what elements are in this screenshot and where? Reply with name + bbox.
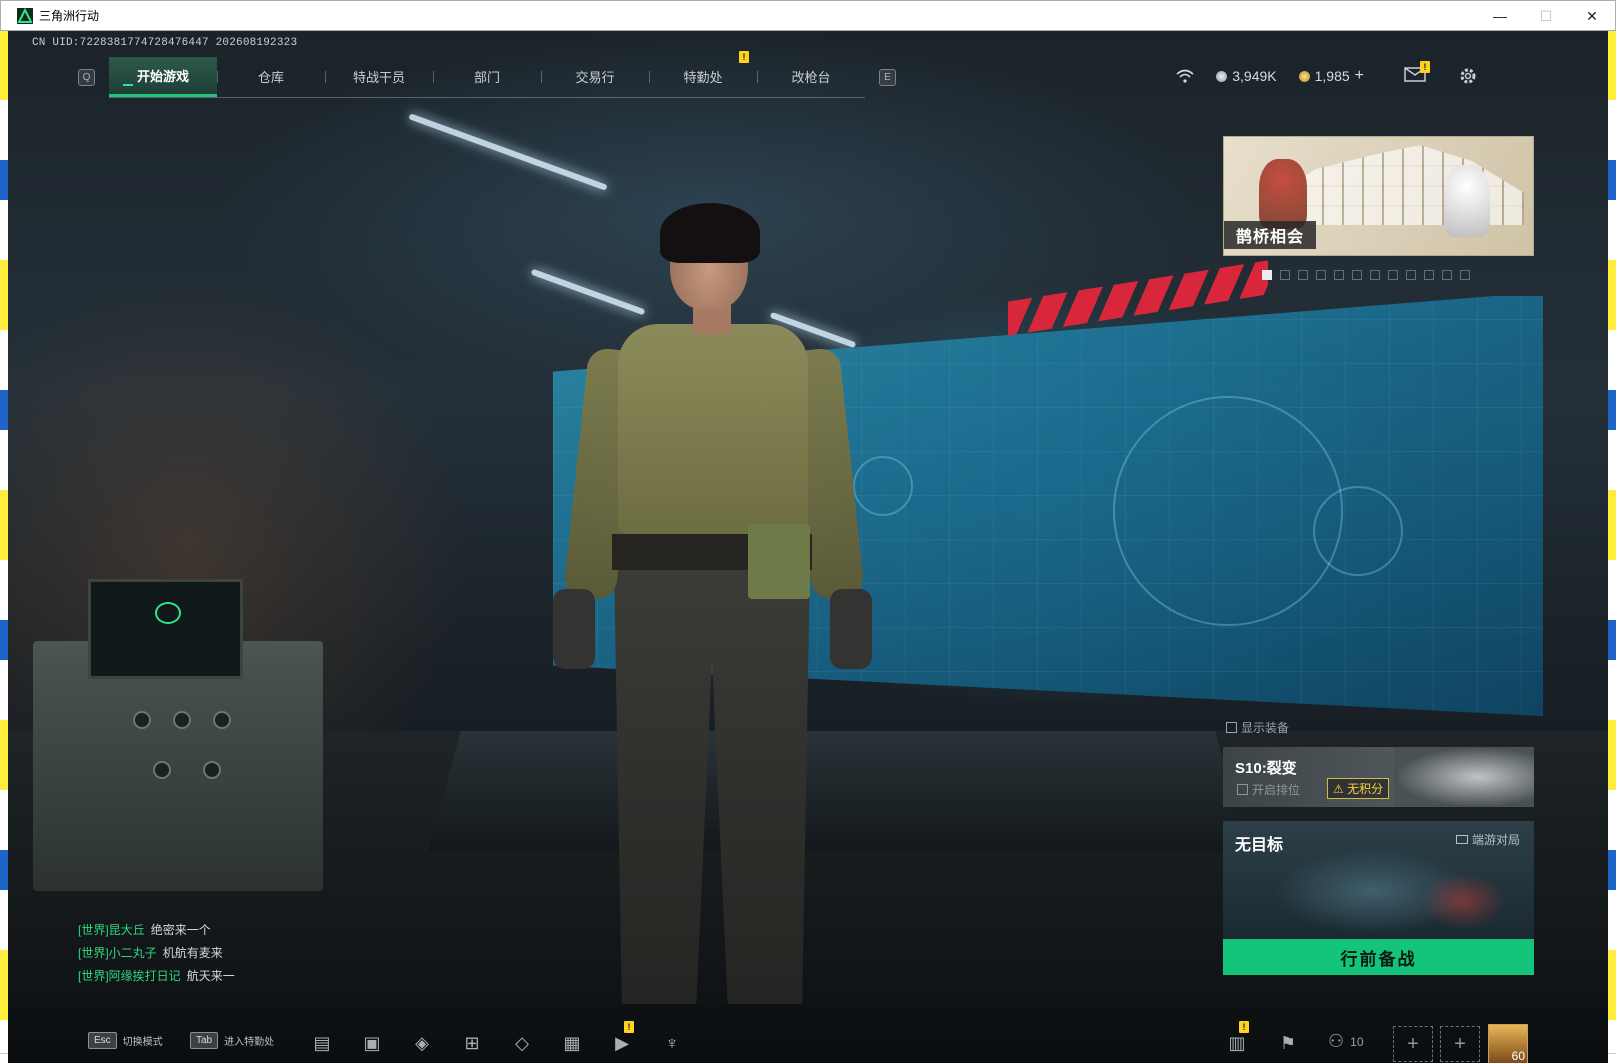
- tab-start-game[interactable]: 开始游戏: [109, 56, 217, 97]
- app-icon: [17, 7, 33, 24]
- pagination-dot[interactable]: [1298, 270, 1308, 280]
- window-title: 三角洲行动: [39, 9, 100, 23]
- settings-gear-icon[interactable]: [1458, 66, 1478, 86]
- monitor-icon: [1455, 835, 1468, 844]
- pagination-dot[interactable]: [1460, 270, 1470, 280]
- silver-currency[interactable]: 3,949K: [1216, 68, 1277, 84]
- maximize-button[interactable]: ☐: [1523, 1, 1569, 31]
- gift-icon[interactable]: ▣: [360, 1031, 384, 1055]
- alert-badge: !: [1239, 1021, 1249, 1033]
- calendar-icon[interactable]: ▦: [560, 1031, 584, 1055]
- stats-icon[interactable]: ▥ !: [1225, 1021, 1249, 1055]
- banner-label: 鹊桥相会: [1224, 221, 1317, 249]
- gold-coin-icon: [1298, 70, 1310, 82]
- pagination-dot[interactable]: [1442, 270, 1452, 280]
- mail-alert-badge: !: [1420, 61, 1430, 73]
- tab-bar: 开始游戏 仓库 特战干员 部门 交易行 特勤处 ! 改枪台: [109, 50, 865, 98]
- map-card[interactable]: 无目标 端游对局: [1223, 821, 1534, 939]
- alert-badge: !: [739, 50, 749, 63]
- nav-prev-key[interactable]: Q: [78, 68, 95, 86]
- wifi-icon: [1176, 69, 1194, 83]
- no-points-warning: ⚠ 无积分: [1327, 778, 1390, 799]
- add-teammate-slot[interactable]: +: [1440, 1026, 1480, 1062]
- checkbox[interactable]: [1226, 722, 1237, 733]
- pagination-dot[interactable]: [1424, 270, 1434, 280]
- chat-icon[interactable]: ▤: [310, 1031, 334, 1055]
- pagination-dot[interactable]: [1388, 270, 1398, 280]
- ceiling-light: [408, 113, 608, 191]
- tab-special-service[interactable]: 特勤处 !: [649, 50, 757, 97]
- player-avatar[interactable]: 60: [1488, 1024, 1528, 1063]
- top-right-bar: 3,949K 1,985 + !: [1176, 61, 1478, 91]
- map-title: 无目标: [1235, 837, 1284, 854]
- event-banner[interactable]: 鹊桥相会: [1223, 136, 1534, 256]
- pagination-dot[interactable]: [1262, 270, 1272, 280]
- season-title: S10:裂变: [1235, 760, 1297, 777]
- main-nav: Q 开始游戏 仓库 特战干员 部门 交易行 特勤处 ! 改枪台 E: [78, 50, 896, 98]
- banner-character-left: [1259, 159, 1307, 229]
- shield-icon[interactable]: ◈: [410, 1031, 434, 1055]
- uid-label: CN UID:7228381774728476447 202608192323: [32, 37, 298, 49]
- add-teammate-slot[interactable]: +: [1393, 1026, 1433, 1062]
- friends-count[interactable]: ⚇ 10: [1328, 1031, 1364, 1052]
- desktop-strip-left: [0, 30, 8, 1063]
- switch-mode-hint[interactable]: Esc 切换模式: [88, 1032, 163, 1049]
- chat-line: [世界]昆大丘 绝密来一个: [78, 923, 211, 937]
- shop-cart-icon[interactable]: ⊞: [460, 1031, 484, 1055]
- enter-special-service-hint[interactable]: Tab 进入特勤处: [190, 1032, 274, 1049]
- mode-badge: 端游对局: [1455, 831, 1520, 848]
- battlepass-icon[interactable]: ◇: [510, 1031, 534, 1055]
- ranked-toggle[interactable]: 开启排位: [1237, 781, 1300, 798]
- laptop-prop: [88, 579, 243, 679]
- video-play-icon[interactable]: ▶ !: [610, 1021, 634, 1055]
- add-currency-button[interactable]: +: [1355, 67, 1364, 85]
- desktop-strip-right: [1608, 30, 1616, 1063]
- operator-character[interactable]: [548, 203, 878, 1009]
- chat-line: [世界]阿缘挨打日记 航天来一: [78, 969, 235, 983]
- flag-icon[interactable]: ⚑: [1276, 1031, 1300, 1055]
- alert-badge: !: [624, 1021, 634, 1033]
- prepare-button[interactable]: 行前备战: [1223, 939, 1534, 975]
- pagination-dot[interactable]: [1352, 270, 1362, 280]
- chat-panel[interactable]: [世界]昆大丘 绝密来一个 [世界]小二丸子 机航有麦来 [世界]阿缘挨打日记 航天来…: [78, 919, 235, 988]
- tab-key: Tab: [190, 1032, 219, 1049]
- show-equipment-toggle[interactable]: 显示装备: [1226, 719, 1289, 736]
- close-button[interactable]: ✕: [1569, 1, 1615, 31]
- game-viewport[interactable]: CN UID:7228381774728476447 202608192323 …: [8, 31, 1608, 1063]
- pagination-dot[interactable]: [1370, 270, 1380, 280]
- banner-character-right: [1444, 165, 1490, 237]
- gold-currency[interactable]: 1,985 +: [1298, 67, 1364, 85]
- tab-warehouse[interactable]: 仓库: [217, 57, 325, 97]
- tab-department[interactable]: 部门: [433, 57, 541, 97]
- silver-coin-icon: [1216, 70, 1228, 82]
- pagination-dot[interactable]: [1316, 270, 1326, 280]
- tab-gunsmith[interactable]: 改枪台: [757, 57, 865, 97]
- nav-next-key[interactable]: E: [879, 68, 896, 86]
- season-card[interactable]: S10:裂变 开启排位 ⚠ 无积分: [1223, 747, 1534, 807]
- player-level: 60: [1511, 1049, 1525, 1063]
- tab-trade[interactable]: 交易行: [541, 57, 649, 97]
- ranked-checkbox[interactable]: [1237, 784, 1248, 795]
- esc-key: Esc: [88, 1032, 117, 1049]
- chat-line: [世界]小二丸子 机航有麦来: [78, 946, 223, 960]
- mail-button[interactable]: !: [1404, 61, 1430, 85]
- banner-pagination: [1262, 270, 1470, 280]
- pagination-dot[interactable]: [1334, 270, 1344, 280]
- season-artwork: [1394, 747, 1534, 807]
- tab-operators[interactable]: 特战干员: [325, 57, 433, 97]
- window-titlebar[interactable]: 三角洲行动 — ☐ ✕: [0, 0, 1616, 31]
- emblem-icon[interactable]: ♆: [660, 1031, 684, 1055]
- pagination-dot[interactable]: [1406, 270, 1416, 280]
- people-icon: ⚇: [1328, 1031, 1345, 1051]
- minimize-button[interactable]: —: [1477, 1, 1523, 31]
- pagination-dot[interactable]: [1280, 270, 1290, 280]
